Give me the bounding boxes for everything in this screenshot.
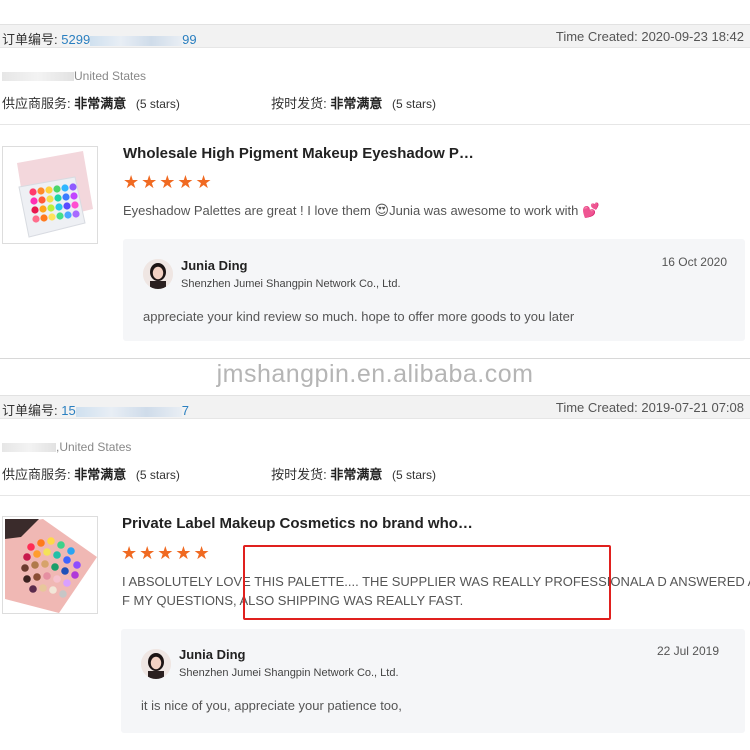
reply-date: 22 Jul 2019	[656, 644, 719, 658]
divider	[0, 495, 750, 496]
supplier-service-stars: (5 stars)	[135, 97, 180, 111]
product-thumbnail[interactable]	[2, 146, 98, 244]
shipping-stars: (5 stars)	[392, 468, 437, 482]
buyer-country: ,United States	[56, 440, 132, 454]
order-header-1: 订单编号: 5299 99 Time Created: 2020-09-23 18…	[0, 24, 750, 48]
highlight-annotation-box	[243, 545, 611, 620]
supplier-reply: Junia Ding Shenzhen Jumei Shangpin Netwo…	[123, 239, 745, 341]
product-title[interactable]: Private Label Makeup Cosmetics no brand …	[122, 515, 473, 532]
order-number-link[interactable]: 5299 99	[61, 32, 196, 47]
buyer-country: United States	[74, 69, 147, 83]
reply-company: Shenzhen Jumei Shangpin Network Co., Ltd…	[181, 278, 401, 290]
reply-text: it is nice of you, appreciate your patie…	[141, 698, 402, 713]
supplier-service-label: 供应商服务:	[2, 96, 71, 111]
shipping-stars: (5 stars)	[392, 97, 437, 111]
time-created: Time Created: 2019-07-21 07:08	[555, 400, 744, 415]
redacted-buyer-name	[2, 443, 56, 453]
buyer-info: ,United States	[2, 440, 131, 454]
review-text: Eyeshadow Palettes are great ! I love th…	[123, 202, 600, 218]
divider	[0, 358, 750, 359]
buyer-info: United States	[2, 69, 146, 83]
supplier-service-value: 非常满意	[74, 467, 127, 482]
supplier-reply: Junia Ding Shenzhen Jumei Shangpin Netwo…	[121, 629, 745, 733]
user-avatar-icon	[143, 259, 173, 289]
divider	[0, 124, 750, 125]
reply-name: Junia Ding	[181, 258, 248, 273]
star-rating: ★★★★★	[121, 543, 212, 563]
redacted-buyer-name	[2, 72, 74, 82]
heart-eyes-emoji-icon: 😍	[374, 202, 390, 218]
redacted-order-digits	[75, 406, 182, 417]
reply-company: Shenzhen Jumei Shangpin Network Co., Ltd…	[179, 667, 399, 679]
watermark: jmshangpin.en.alibaba.com	[216, 360, 534, 388]
shipping-label: 按时发货:	[271, 467, 327, 482]
order-header-2: 订单编号: 15 7 Time Created: 2019-07-21 07:08	[0, 395, 750, 419]
order-number-row: 订单编号: 15 7	[2, 400, 189, 419]
redacted-order-digits	[90, 35, 183, 46]
time-created: Time Created: 2020-09-23 18:42	[555, 29, 744, 44]
two-hearts-emoji-icon: 💕	[582, 202, 600, 218]
reply-text: appreciate your kind review so much. hop…	[143, 309, 575, 324]
shipping-label: 按时发货:	[271, 96, 327, 111]
user-avatar-icon	[141, 649, 171, 679]
reply-name: Junia Ding	[179, 647, 246, 662]
supplier-service-value: 非常满意	[74, 96, 127, 111]
product-title[interactable]: Wholesale High Pigment Makeup Eyeshadow …	[123, 145, 474, 162]
shipping-value: 非常满意	[330, 96, 383, 111]
order-number-label: 订单编号:	[2, 403, 58, 418]
order-number-label: 订单编号:	[2, 32, 58, 47]
order-number-link[interactable]: 15 7	[61, 403, 189, 418]
rating-row: 供应商服务: 非常满意 (5 stars) 按时发货: 非常满意 (5 star…	[2, 93, 436, 112]
order-number-row: 订单编号: 5299 99	[2, 29, 197, 48]
shipping-value: 非常满意	[330, 467, 383, 482]
reply-date: 16 Oct 2020	[661, 255, 727, 269]
product-thumbnail[interactable]	[2, 516, 98, 614]
star-rating: ★★★★★	[123, 172, 214, 192]
rating-row: 供应商服务: 非常满意 (5 stars) 按时发货: 非常满意 (5 star…	[2, 464, 436, 483]
supplier-service-label: 供应商服务:	[2, 467, 71, 482]
supplier-service-stars: (5 stars)	[135, 468, 180, 482]
